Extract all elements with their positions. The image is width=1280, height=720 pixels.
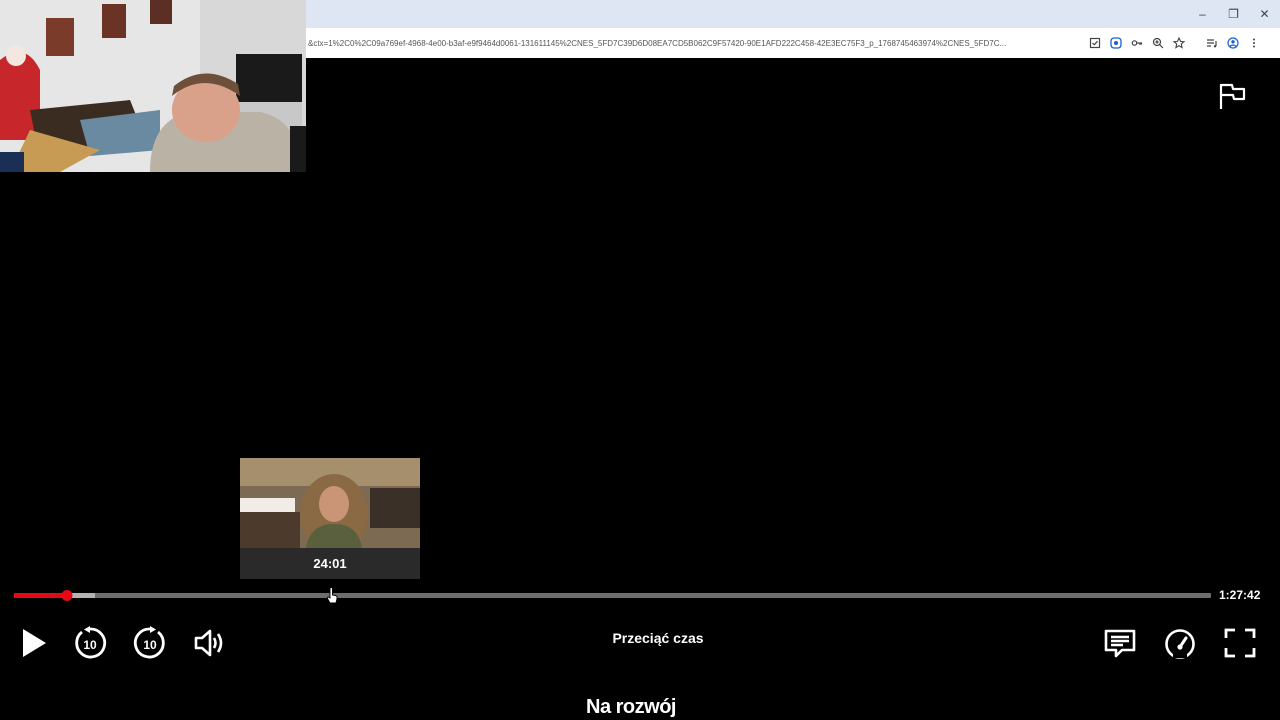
fullscreen-button[interactable] (1221, 624, 1259, 662)
install-app-icon[interactable] (1084, 33, 1105, 53)
google-lens-icon[interactable] (1105, 33, 1126, 53)
subtitles-icon (1104, 629, 1136, 658)
subtitles-button[interactable] (1101, 624, 1139, 662)
window-controls: – ❐ ✕ (1187, 0, 1280, 28)
restore-button[interactable]: ❐ (1218, 0, 1249, 28)
close-button[interactable]: ✕ (1249, 0, 1280, 28)
preview-thumbnail (240, 458, 420, 548)
play-icon (23, 629, 46, 657)
preview-time: 24:01 (313, 556, 347, 571)
preview-picture (240, 458, 420, 548)
minimize-button[interactable]: – (1187, 0, 1218, 28)
browser-chrome: – ❐ ✕ &ctx=1%2C0%2C09a769ef-4968-4e00-b3… (306, 0, 1280, 58)
play-button[interactable] (14, 624, 52, 662)
remaining-time: 1:27:42 (1219, 588, 1261, 602)
webcam-picture (0, 0, 306, 172)
forward-10-button[interactable]: 10 (131, 624, 169, 662)
password-key-icon[interactable] (1126, 33, 1147, 53)
forward-10-icon: 10 (133, 626, 165, 659)
browser-titlebar: – ❐ ✕ (306, 0, 1280, 28)
address-bar-actions (1084, 33, 1264, 53)
report-problem-button[interactable] (1216, 80, 1248, 112)
hand-cursor-icon (326, 587, 338, 604)
rewind-seconds: 10 (83, 638, 97, 652)
fullscreen-icon (1224, 628, 1256, 658)
flag-icon (1219, 83, 1246, 109)
bookmark-star-icon[interactable] (1168, 33, 1189, 53)
scrubber-handle[interactable] (61, 590, 73, 601)
rewind-10-button[interactable]: 10 (71, 624, 109, 662)
webcam-overlay (0, 0, 306, 172)
video-title: Na rozwój (586, 696, 676, 718)
progress-bar[interactable] (14, 590, 1211, 601)
volume-button[interactable] (191, 624, 229, 662)
video-player[interactable]: – ❐ ✕ &ctx=1%2C0%2C09a769ef-4968-4e00-b3… (0, 0, 1280, 720)
profile-icon[interactable] (1222, 33, 1243, 53)
zoom-icon[interactable] (1147, 33, 1168, 53)
rewind-10-icon: 10 (75, 626, 107, 659)
media-controls-icon[interactable] (1201, 33, 1222, 53)
address-bar[interactable]: &ctx=1%2C0%2C09a769ef-4968-4e00-b3af-e9f… (306, 28, 1280, 58)
forward-seconds: 10 (143, 638, 157, 652)
browser-menu-icon[interactable] (1243, 33, 1264, 53)
url-text[interactable]: &ctx=1%2C0%2C09a769ef-4968-4e00-b3af-e9f… (306, 39, 1078, 48)
played-bar (14, 593, 67, 598)
volume-icon (194, 629, 223, 657)
playback-speed-icon (1165, 629, 1195, 659)
timeline-preview: 24:01 (240, 458, 420, 579)
episode-status-text: Przeciąć czas (612, 630, 704, 646)
playback-speed-button[interactable] (1161, 624, 1199, 662)
